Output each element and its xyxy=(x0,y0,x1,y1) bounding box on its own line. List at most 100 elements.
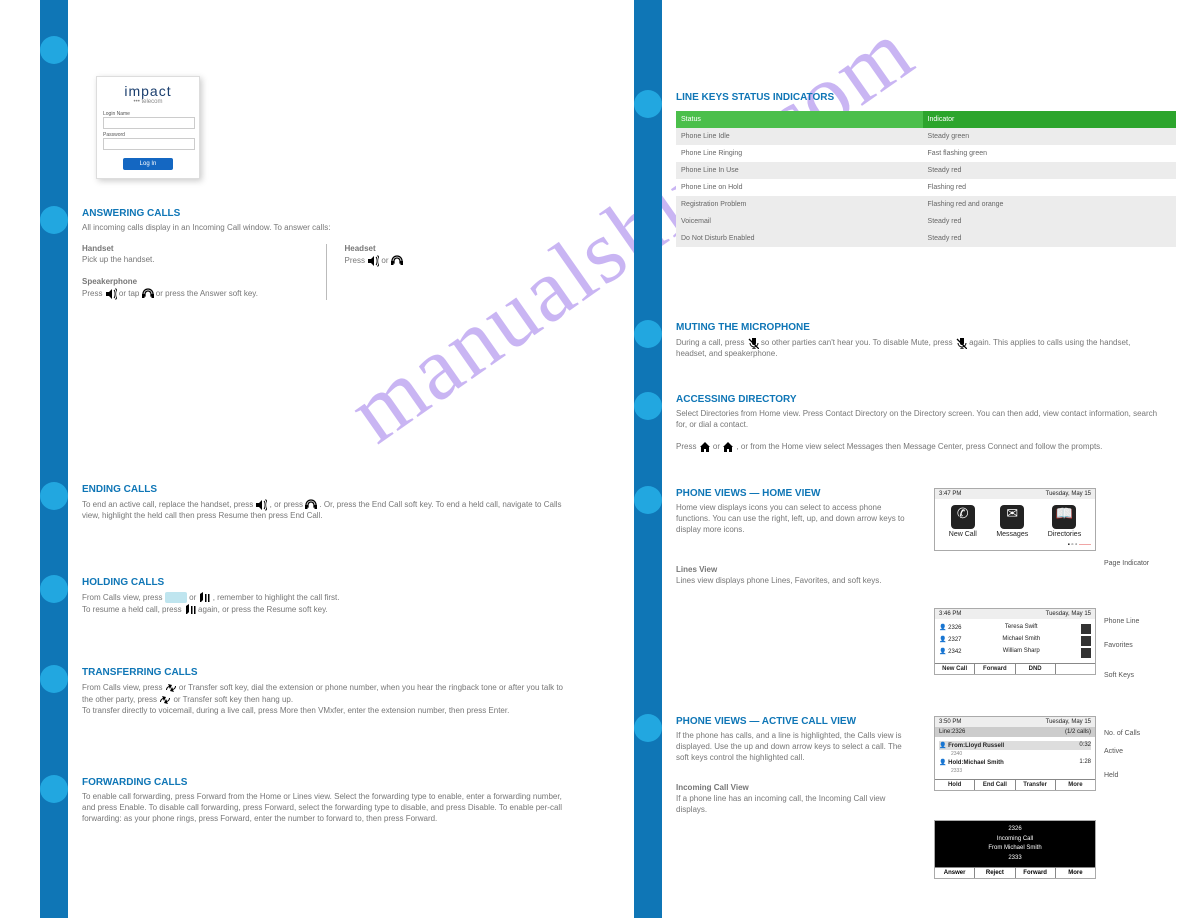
hold-key-highlight xyxy=(165,592,187,603)
cell: Phone Line on Hold xyxy=(676,179,923,196)
section-homeview: PHONE VIEWS — HOME VIEW Home view displa… xyxy=(676,488,916,587)
cell: Phone Line Idle xyxy=(676,128,923,145)
active-call-shot: 3:50 PMTuesday, May 15 Line:2326(1/2 cal… xyxy=(934,716,1096,791)
sub-head: Handset xyxy=(82,244,114,253)
password-input[interactable] xyxy=(103,138,195,150)
section-title: HOLDING CALLS xyxy=(82,577,564,588)
hold: Hold:Michael Smith xyxy=(948,760,1004,766)
softkey: End Call xyxy=(975,780,1015,790)
section-title: ANSWERING CALLS xyxy=(82,208,564,219)
speaker-icon xyxy=(367,255,379,267)
anno: No. of Calls xyxy=(1104,730,1140,737)
shot-date: Tuesday, May 15 xyxy=(1046,611,1091,617)
anno: Held xyxy=(1104,772,1118,779)
section-bullet xyxy=(40,206,68,234)
softkey: Forward xyxy=(975,664,1015,674)
ext: 2326 xyxy=(939,825,1091,835)
section-title: FORWARDING CALLS xyxy=(82,777,564,788)
directories-icon: 📖 xyxy=(1052,505,1076,529)
softkey: Answer xyxy=(935,868,975,878)
key-label: Messages xyxy=(996,531,1028,538)
section-title: PHONE VIEWS — ACTIVE CALL VIEW xyxy=(676,716,916,727)
messages-icon: ✉ xyxy=(1000,505,1024,529)
th-indicator: Indicator xyxy=(923,111,1176,128)
section-bullet xyxy=(40,665,68,693)
from: From Michael Smith xyxy=(939,844,1091,854)
para: Pick up the handset. xyxy=(82,255,302,266)
login-button[interactable]: Log In xyxy=(123,158,173,170)
para: Home view displays icons you can select … xyxy=(676,503,916,535)
anno: Active xyxy=(1104,748,1123,755)
login-name-input[interactable] xyxy=(103,117,195,129)
softkey: More xyxy=(1056,780,1095,790)
para: During a call, press so other parties ca… xyxy=(676,337,1158,360)
headset-icon xyxy=(305,499,317,511)
para: To resume a held call, press again, or p… xyxy=(82,604,564,616)
ext: 2342 xyxy=(948,649,961,655)
speaker-icon xyxy=(105,288,117,300)
ext: 2326 xyxy=(948,625,961,631)
section-bullet xyxy=(40,775,68,803)
transfer-icon xyxy=(165,682,177,694)
softkey: DND xyxy=(1016,664,1056,674)
speaker-icon xyxy=(255,499,267,511)
softkey xyxy=(1056,664,1095,674)
softkey: New Call xyxy=(935,664,975,674)
key-label: Directories xyxy=(1048,531,1081,538)
section-bullet xyxy=(634,486,662,514)
section-holding: HOLDING CALLS From Calls view, press or … xyxy=(82,577,564,616)
cell: Voicemail xyxy=(676,213,923,230)
brand-sub: ••• telecom xyxy=(103,99,193,105)
softkey: Reject xyxy=(975,868,1015,878)
section-bullet xyxy=(40,575,68,603)
para: Press or xyxy=(345,255,565,267)
cell: Steady green xyxy=(923,128,1176,145)
lines-view-shot: 3:46 PMTuesday, May 15 👤 2326Teresa Swif… xyxy=(934,608,1096,675)
cell: Phone Line Ringing xyxy=(676,145,923,162)
cell: Flashing red xyxy=(923,179,1176,196)
para: From Calls view, press or , remember to … xyxy=(82,592,564,604)
hold-icon xyxy=(184,604,196,616)
login-card: impact ••• telecom Login Name Password L… xyxy=(96,76,200,179)
softkey: Hold xyxy=(935,780,975,790)
anno: Favorites xyxy=(1104,642,1133,649)
brand-text: impact xyxy=(103,83,193,99)
para: To enable call forwarding, press Forward… xyxy=(82,792,564,824)
section-bullet xyxy=(40,482,68,510)
anno: Phone Line xyxy=(1104,618,1139,625)
section-bullet xyxy=(634,90,662,118)
shot-date: Tuesday, May 15 xyxy=(1046,719,1091,725)
softkey: Forward xyxy=(1016,868,1056,878)
anno-page-indicator: Page Indicator xyxy=(1104,560,1149,567)
sub-head: Speakerphone xyxy=(82,277,137,286)
para: To transfer directly to voicemail, durin… xyxy=(82,706,564,717)
mute-icon xyxy=(955,337,967,349)
section-bullet xyxy=(634,392,662,420)
name: William Sharp xyxy=(1003,648,1040,658)
label: Incoming Call xyxy=(939,835,1091,845)
ext: 2340 xyxy=(951,751,962,757)
softkey: More xyxy=(1056,868,1095,878)
section-bullet xyxy=(634,320,662,348)
name: Michael Smith xyxy=(1002,636,1040,646)
para: Lines view displays phone Lines, Favorit… xyxy=(676,576,916,587)
line-label: Line:2326 xyxy=(939,729,965,735)
para: All incoming calls display in an Incomin… xyxy=(82,223,564,234)
phone-icon: ✆ xyxy=(951,505,975,529)
section-ending: ENDING CALLS To end an active call, repl… xyxy=(82,484,564,522)
section-forward: FORWARDING CALLS To enable call forwardi… xyxy=(82,777,564,824)
section-transfer: TRANSFERRING CALLS From Calls view, pres… xyxy=(82,667,564,717)
cell: Steady red xyxy=(923,162,1176,179)
cell: Steady red xyxy=(923,230,1176,247)
section-activecall: PHONE VIEWS — ACTIVE CALL VIEW If the ph… xyxy=(676,716,916,816)
dur: 0:32 xyxy=(1079,742,1091,749)
para: If a phone line has an incoming call, th… xyxy=(676,794,916,816)
section-title: PHONE VIEWS — HOME VIEW xyxy=(676,488,916,499)
hold-icon xyxy=(198,592,210,604)
cell: Fast flashing green xyxy=(923,145,1176,162)
page-left: impact ••• telecom Login Name Password L… xyxy=(0,0,594,918)
section-bullet xyxy=(40,36,68,64)
para: Press or tap or press the Answer soft ke… xyxy=(82,288,302,300)
shot-time: 3:50 PM xyxy=(939,719,961,725)
section-linekeys: LINE KEYS STATUS INDICATORS StatusIndica… xyxy=(676,92,1158,247)
